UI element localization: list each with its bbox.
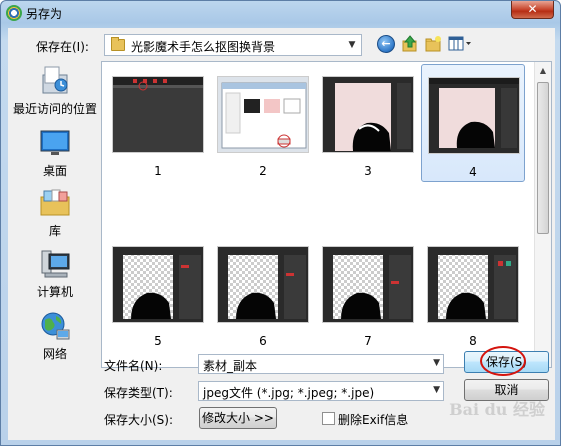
resize-button[interactable]: 修改大小 >> [199,407,277,429]
file-item-1[interactable]: 1 [106,68,210,186]
watermark-text: Bai du 经验 [449,400,545,419]
file-name: 3 [364,164,372,178]
filesize-label: 保存大小(S): [104,413,174,427]
desktop-icon [39,127,71,159]
app-icon [6,5,22,21]
file-thumbnail [112,76,204,153]
vertical-scrollbar[interactable]: ▲ ▼ [534,62,551,367]
close-button[interactable]: ✕ [511,1,554,19]
up-folder-icon[interactable] [401,35,419,53]
filename-input[interactable]: 素材_副本 ▼ [198,354,444,374]
chevron-down-icon[interactable]: ▼ [433,358,440,368]
file-thumbnail [112,246,204,323]
new-folder-icon[interactable] [424,35,442,53]
file-name: 1 [154,164,162,178]
save-as-dialog: 另存为 ✕ 保存在(I): 光影魔术手怎么抠图换背景 ▼ ← 最近访问的位置 桌… [0,0,561,446]
filetype-select[interactable]: jpeg文件 (*.jpg; *.jpeg; *.jpe) ▼ [198,381,444,401]
file-thumbnail [428,77,520,154]
libraries-icon [39,187,71,219]
chevron-down-icon[interactable]: ▼ [345,38,359,52]
save-in-dropdown[interactable]: 光影魔术手怎么抠图换背景 ▼ [104,34,362,56]
place-label-desktop: 桌面 [42,164,67,178]
remove-exif-label: 删除Exif信息 [338,413,409,427]
place-desktop[interactable]: 桌面 [12,127,98,179]
computer-icon [39,248,71,280]
window-title: 另存为 [26,7,63,21]
place-network[interactable]: 网络 [12,310,98,362]
file-name: 6 [259,334,267,348]
file-item-5[interactable]: 5 [106,238,210,356]
file-name: 5 [154,334,162,348]
place-label-recent: 最近访问的位置 [12,102,97,116]
file-thumbnail [427,246,519,323]
file-item-2[interactable]: 2 [211,68,315,186]
back-icon[interactable]: ← [377,35,395,53]
chevron-down-icon[interactable]: ▼ [433,385,440,395]
filetype-value: jpeg文件 (*.jpg; *.jpeg; *.jpe) [203,386,375,400]
folder-icon [111,37,125,51]
place-computer[interactable]: 计算机 [12,248,98,300]
file-item-4[interactable]: 4 [421,64,525,182]
place-recent[interactable]: 最近访问的位置 [12,65,98,117]
save-in-label: 保存在(I): [36,40,89,54]
file-name: 4 [469,165,477,179]
filetype-label: 保存类型(T): [104,386,173,400]
file-thumbnail [322,76,414,153]
file-item-8[interactable]: 8 [421,238,525,356]
file-item-3[interactable]: 3 [316,68,420,186]
file-thumbnail [322,246,414,323]
scrollbar-thumb[interactable] [537,82,549,234]
file-item-7[interactable]: 7 [316,238,420,356]
filename-label: 文件名(N): [104,359,163,373]
current-folder-name: 光影魔术手怎么抠图换背景 [131,40,276,54]
file-thumbnail [217,76,309,153]
annotation-circle [480,346,526,376]
filename-value[interactable]: 素材_副本 [203,357,257,374]
views-menu-icon[interactable] [448,35,472,53]
scroll-up-icon[interactable]: ▲ [535,62,551,79]
title-bar: 另存为 ✕ [1,1,560,25]
place-label-network: 网络 [42,347,67,361]
place-libraries[interactable]: 库 [12,187,98,239]
file-list-view[interactable]: 1 2 3 4 5 6 7 8 ▲ [101,61,552,368]
recent-places-icon [39,65,71,97]
file-item-6[interactable]: 6 [211,238,315,356]
places-bar: 最近访问的位置 桌面 库 计算机 网络 [12,61,98,367]
place-label-computer: 计算机 [36,285,73,299]
file-name: 2 [259,164,267,178]
dialog-client-area: 保存在(I): 光影魔术手怎么抠图换背景 ▼ ← 最近访问的位置 桌面 库 计算… [8,28,555,440]
place-label-libraries: 库 [48,224,61,238]
remove-exif-checkbox[interactable] [322,412,335,425]
file-name: 7 [364,334,372,348]
file-thumbnail [217,246,309,323]
network-icon [39,310,71,342]
